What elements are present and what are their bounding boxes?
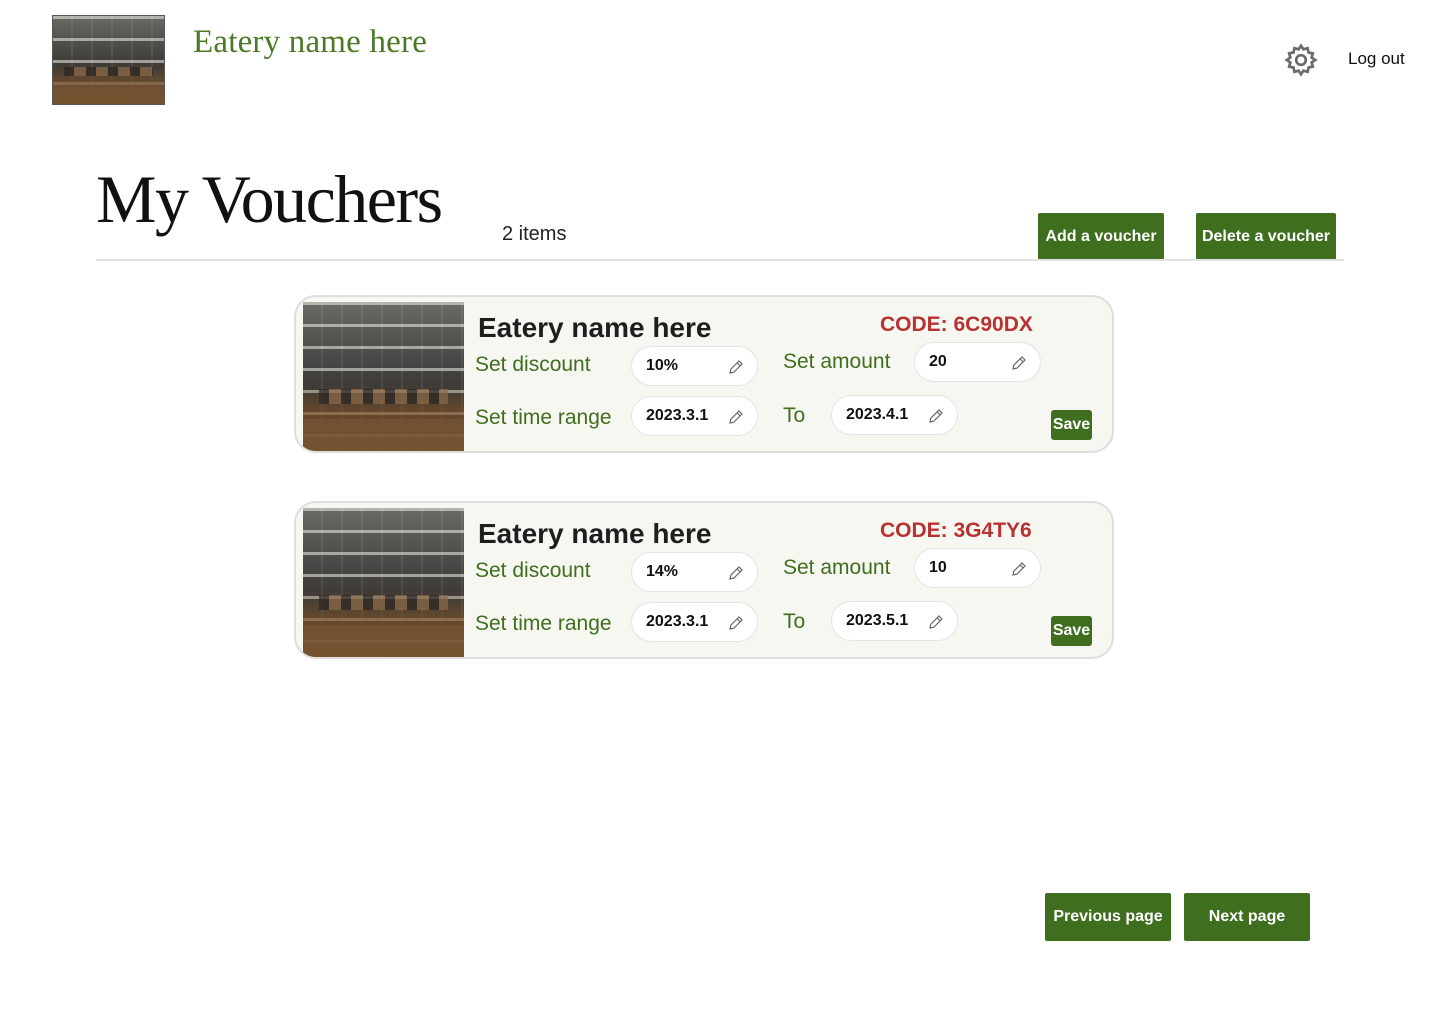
pencil-icon[interactable] <box>727 614 745 632</box>
page-title: My Vouchers <box>96 161 443 237</box>
amount-value: 10 <box>929 559 947 576</box>
save-button[interactable]: Save <box>1051 410 1092 440</box>
end-date-value: 2023.5.1 <box>846 612 909 629</box>
voucher-code: CODE: 6C90DX <box>880 313 1033 336</box>
set-discount-label: Set discount <box>475 559 591 582</box>
set-discount-label: Set discount <box>475 353 591 376</box>
voucher-image <box>303 302 464 451</box>
voucher-card: Eatery name here CODE: 3G4TY6 Set discou… <box>294 501 1114 659</box>
pencil-icon[interactable] <box>1010 560 1028 578</box>
start-date-field[interactable]: 2023.3.1 <box>631 396 758 436</box>
previous-page-button[interactable]: Previous page <box>1045 893 1171 941</box>
start-date-field[interactable]: 2023.3.1 <box>631 602 758 642</box>
voucher-eatery-name: Eatery name here <box>478 312 712 343</box>
add-voucher-button[interactable]: Add a voucher <box>1038 213 1164 261</box>
delete-voucher-button[interactable]: Delete a voucher <box>1196 213 1336 261</box>
to-label: To <box>783 404 806 427</box>
amount-field[interactable]: 10 <box>914 548 1041 588</box>
pencil-icon[interactable] <box>927 407 945 425</box>
pencil-icon[interactable] <box>727 358 745 376</box>
end-date-field[interactable]: 2023.4.1 <box>831 395 958 435</box>
discount-value: 14% <box>646 563 679 580</box>
gear-icon[interactable] <box>1283 42 1319 78</box>
amount-field[interactable]: 20 <box>914 342 1041 382</box>
discount-field[interactable]: 14% <box>631 552 758 592</box>
voucher-eatery-name: Eatery name here <box>478 518 712 549</box>
amount-value: 20 <box>929 353 947 370</box>
pencil-icon[interactable] <box>727 564 745 582</box>
to-label: To <box>783 610 806 633</box>
pencil-icon[interactable] <box>927 613 945 631</box>
next-page-button[interactable]: Next page <box>1184 893 1310 941</box>
brand-name[interactable]: Eatery name here <box>193 24 427 61</box>
voucher-card: Eatery name here CODE: 6C90DX Set discou… <box>294 295 1114 453</box>
voucher-image <box>303 508 464 657</box>
save-button[interactable]: Save <box>1051 616 1092 646</box>
set-amount-label: Set amount <box>783 556 891 579</box>
start-date-value: 2023.3.1 <box>646 613 709 630</box>
discount-field[interactable]: 10% <box>631 346 758 386</box>
eatery-logo-image <box>52 15 165 105</box>
pencil-icon[interactable] <box>1010 354 1028 372</box>
start-date-value: 2023.3.1 <box>646 407 709 424</box>
discount-value: 10% <box>646 357 679 374</box>
logout-link[interactable]: Log out <box>1348 49 1405 69</box>
pencil-icon[interactable] <box>727 408 745 426</box>
title-divider <box>96 259 1344 261</box>
item-count: 2 items <box>502 223 567 245</box>
voucher-code: CODE: 3G4TY6 <box>880 519 1032 542</box>
end-date-value: 2023.4.1 <box>846 406 909 423</box>
set-amount-label: Set amount <box>783 350 891 373</box>
set-time-range-label: Set time range <box>475 406 612 429</box>
set-time-range-label: Set time range <box>475 612 612 635</box>
end-date-field[interactable]: 2023.5.1 <box>831 601 958 641</box>
